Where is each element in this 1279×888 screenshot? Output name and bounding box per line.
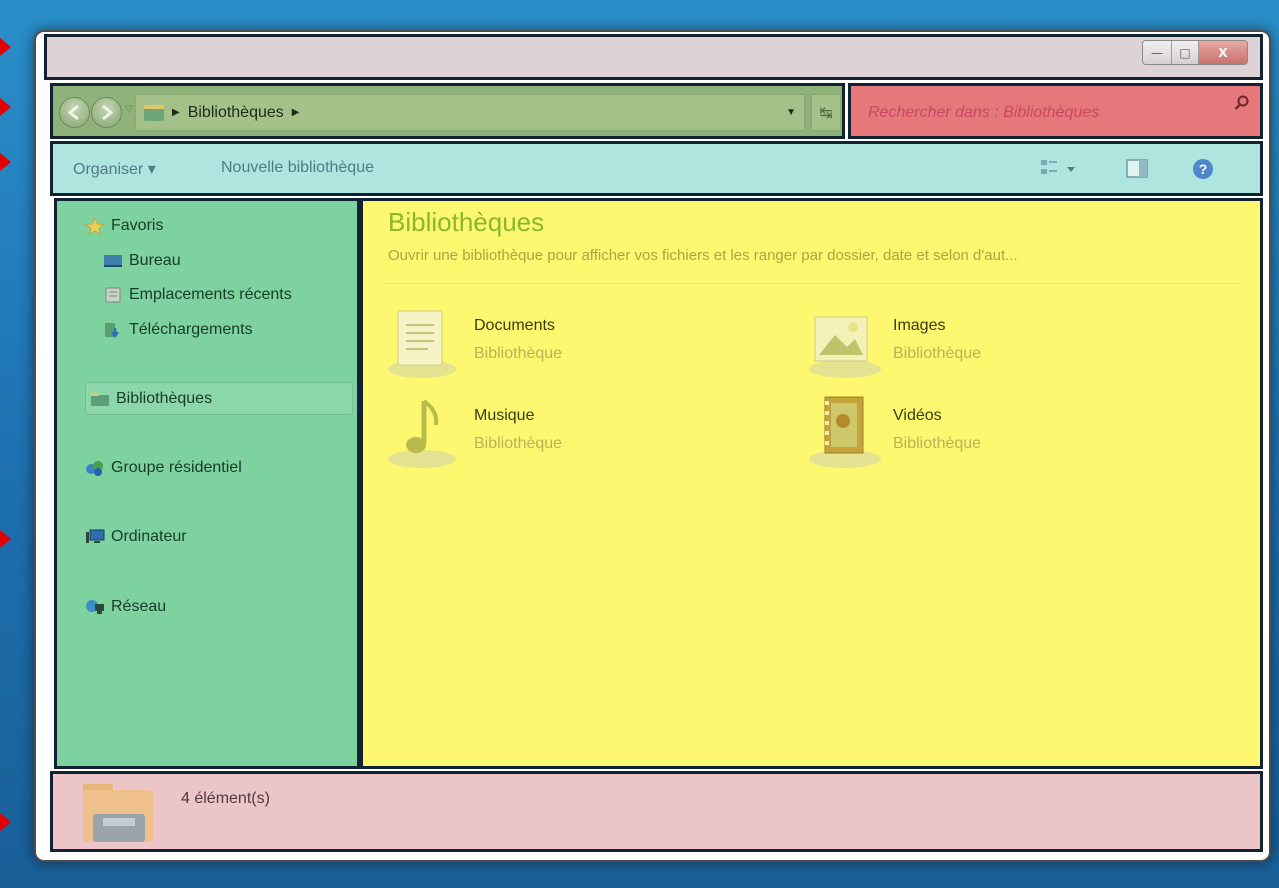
marker-arrow-titlebar	[0, 38, 11, 56]
breadcrumb-bibliotheques[interactable]: Bibliothèques	[188, 104, 284, 122]
preview-pane-icon[interactable]	[1125, 157, 1149, 181]
marker-arrow-navpane	[0, 530, 11, 548]
command-bar: Organiser ▾ Nouvelle bibliothèque ?	[50, 141, 1263, 196]
library-item-musique[interactable]: Musique Bibliothèque	[388, 395, 718, 475]
library-item-images[interactable]: Images Bibliothèque	[807, 305, 1137, 385]
explorer-window: — □ X ▽ ▶ Bibliothèques ▶ ▼ ↹ Rechercher…	[34, 30, 1271, 862]
library-type: Bibliothèque	[893, 435, 982, 452]
maximize-button[interactable]: □	[1172, 41, 1199, 64]
downloads-icon	[105, 323, 119, 339]
refresh-button[interactable]: ↹	[811, 94, 841, 131]
close-button[interactable]: X	[1199, 41, 1247, 64]
header-divider	[383, 283, 1240, 284]
search-box[interactable]: Rechercher dans : Bibliothèques	[848, 83, 1263, 139]
address-dropdown-icon[interactable]: ▼	[786, 107, 796, 118]
svg-text:?: ?	[1199, 161, 1208, 177]
library-folder-icon	[144, 104, 164, 121]
window-controls: — □ X	[1142, 40, 1248, 65]
star-icon	[85, 217, 105, 235]
library-name: Vidéos	[893, 407, 942, 424]
library-type: Bibliothèque	[474, 345, 563, 362]
search-input[interactable]: Rechercher dans : Bibliothèques	[856, 94, 1255, 131]
page-title: Bibliothèques	[388, 207, 545, 237]
content-pane: Bibliothèques Ouvrir une bibliothèque po…	[360, 198, 1263, 769]
address-bar[interactable]: ▶ Bibliothèques ▶ ▼	[135, 94, 805, 131]
navigation-pane: Favoris Bureau Emplacements récents Télé…	[54, 198, 360, 769]
music-library-icon	[388, 399, 456, 468]
title-bar[interactable]: — □ X	[44, 34, 1263, 80]
marker-arrow-statusbar	[0, 813, 11, 831]
marker-arrow-navbar	[0, 98, 11, 116]
new-library-button[interactable]: Nouvelle bibliothèque	[221, 159, 374, 177]
sidebar-item-reseau[interactable]: Réseau	[85, 594, 166, 620]
library-type: Bibliothèque	[893, 345, 982, 362]
search-placeholder: Rechercher dans : Bibliothèques	[868, 103, 1100, 121]
library-type: Bibliothèque	[474, 435, 563, 452]
library-name: Musique	[474, 407, 535, 424]
recent-places-icon	[105, 287, 121, 303]
breadcrumb-separator-icon[interactable]: ▶	[172, 107, 180, 118]
sidebar-item-ordinateur[interactable]: Ordinateur	[85, 524, 187, 550]
desktop-icon	[104, 255, 122, 267]
library-item-documents[interactable]: Documents Bibliothèque	[388, 305, 718, 385]
sidebar-item-bibliotheques[interactable]: Bibliothèques	[85, 382, 353, 415]
pictures-library-icon	[809, 316, 881, 378]
libraries-icon	[91, 392, 109, 406]
breadcrumb-expand-chevron-icon[interactable]: ▶	[292, 107, 300, 118]
marker-arrow-toolbar	[0, 153, 11, 171]
view-options-icon[interactable]	[1039, 157, 1079, 181]
item-count: 4 élément(s)	[181, 790, 270, 807]
help-icon[interactable]: ?	[1191, 157, 1215, 181]
recent-pages-chevron-icon[interactable]: ▽	[125, 104, 133, 115]
library-name: Documents	[474, 317, 555, 334]
network-icon	[86, 600, 104, 614]
library-name: Images	[893, 317, 946, 334]
forward-arrow-icon	[102, 104, 114, 121]
back-arrow-icon	[67, 104, 79, 121]
sidebar-item-telechargements[interactable]: Téléchargements	[103, 317, 253, 343]
videos-library-icon	[809, 396, 881, 468]
refresh-icon: ↹	[819, 103, 833, 122]
sidebar-item-favorites[interactable]: Favoris	[85, 213, 163, 239]
sidebar-item-groupe-residentiel[interactable]: Groupe résidentiel	[85, 455, 242, 481]
search-icon[interactable]	[1234, 95, 1250, 111]
sidebar-item-emplacements-recents[interactable]: Emplacements récents	[103, 282, 292, 308]
minimize-button[interactable]: —	[1143, 41, 1172, 64]
sidebar-item-bureau[interactable]: Bureau	[103, 248, 181, 274]
library-item-videos[interactable]: Vidéos Bibliothèque	[807, 395, 1137, 475]
documents-library-icon	[388, 310, 456, 378]
navigation-bar: ▽ ▶ Bibliothèques ▶ ▼ ↹	[50, 83, 845, 139]
homegroup-icon	[86, 461, 103, 476]
page-description: Ouvrir une bibliothèque pour afficher vo…	[388, 247, 1018, 264]
details-pane: 4 élément(s)	[50, 771, 1263, 852]
forward-button[interactable]	[91, 97, 122, 128]
libraries-folder-icon	[83, 784, 153, 842]
organize-menu[interactable]: Organiser ▾	[73, 159, 156, 179]
computer-icon	[86, 529, 105, 543]
back-button[interactable]	[59, 97, 90, 128]
